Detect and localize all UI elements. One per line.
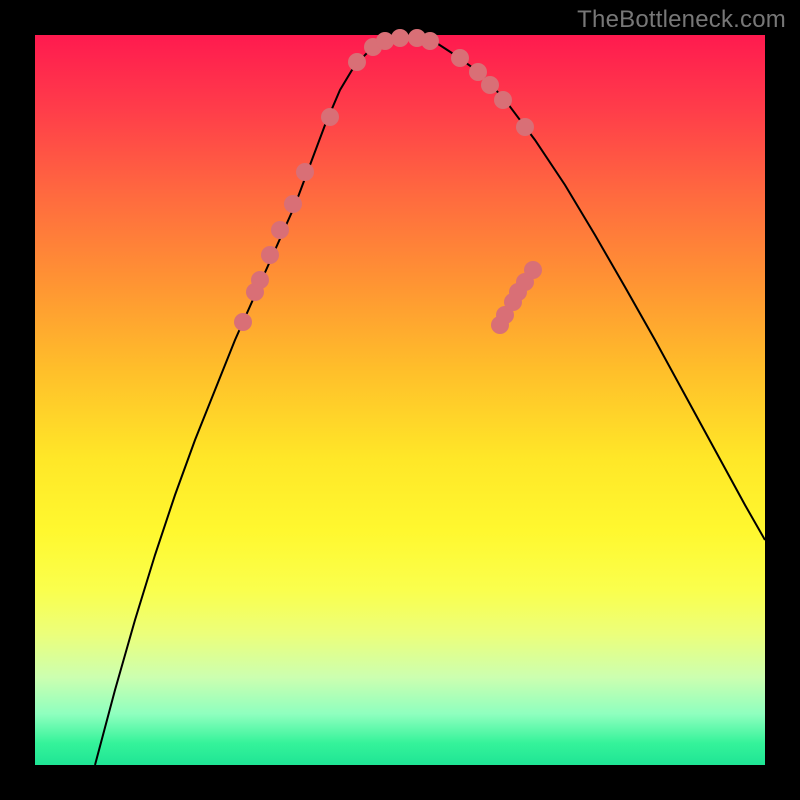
data-point — [391, 29, 409, 47]
data-point — [494, 91, 512, 109]
data-point — [251, 271, 269, 289]
data-point — [321, 108, 339, 126]
data-point — [296, 163, 314, 181]
data-point — [491, 316, 509, 334]
data-point — [421, 32, 439, 50]
chart-svg — [35, 35, 765, 765]
data-point — [516, 118, 534, 136]
data-point — [271, 221, 289, 239]
plot-area — [35, 35, 765, 765]
data-point — [451, 49, 469, 67]
bottleneck-curve — [95, 38, 765, 765]
data-point — [524, 261, 542, 279]
data-point — [234, 313, 252, 331]
data-point — [348, 53, 366, 71]
watermark-text: TheBottleneck.com — [577, 6, 786, 34]
marker-group — [234, 29, 542, 334]
data-point — [284, 195, 302, 213]
outer-frame: TheBottleneck.com — [0, 0, 800, 800]
data-point — [261, 246, 279, 264]
data-point — [376, 32, 394, 50]
data-point — [481, 76, 499, 94]
